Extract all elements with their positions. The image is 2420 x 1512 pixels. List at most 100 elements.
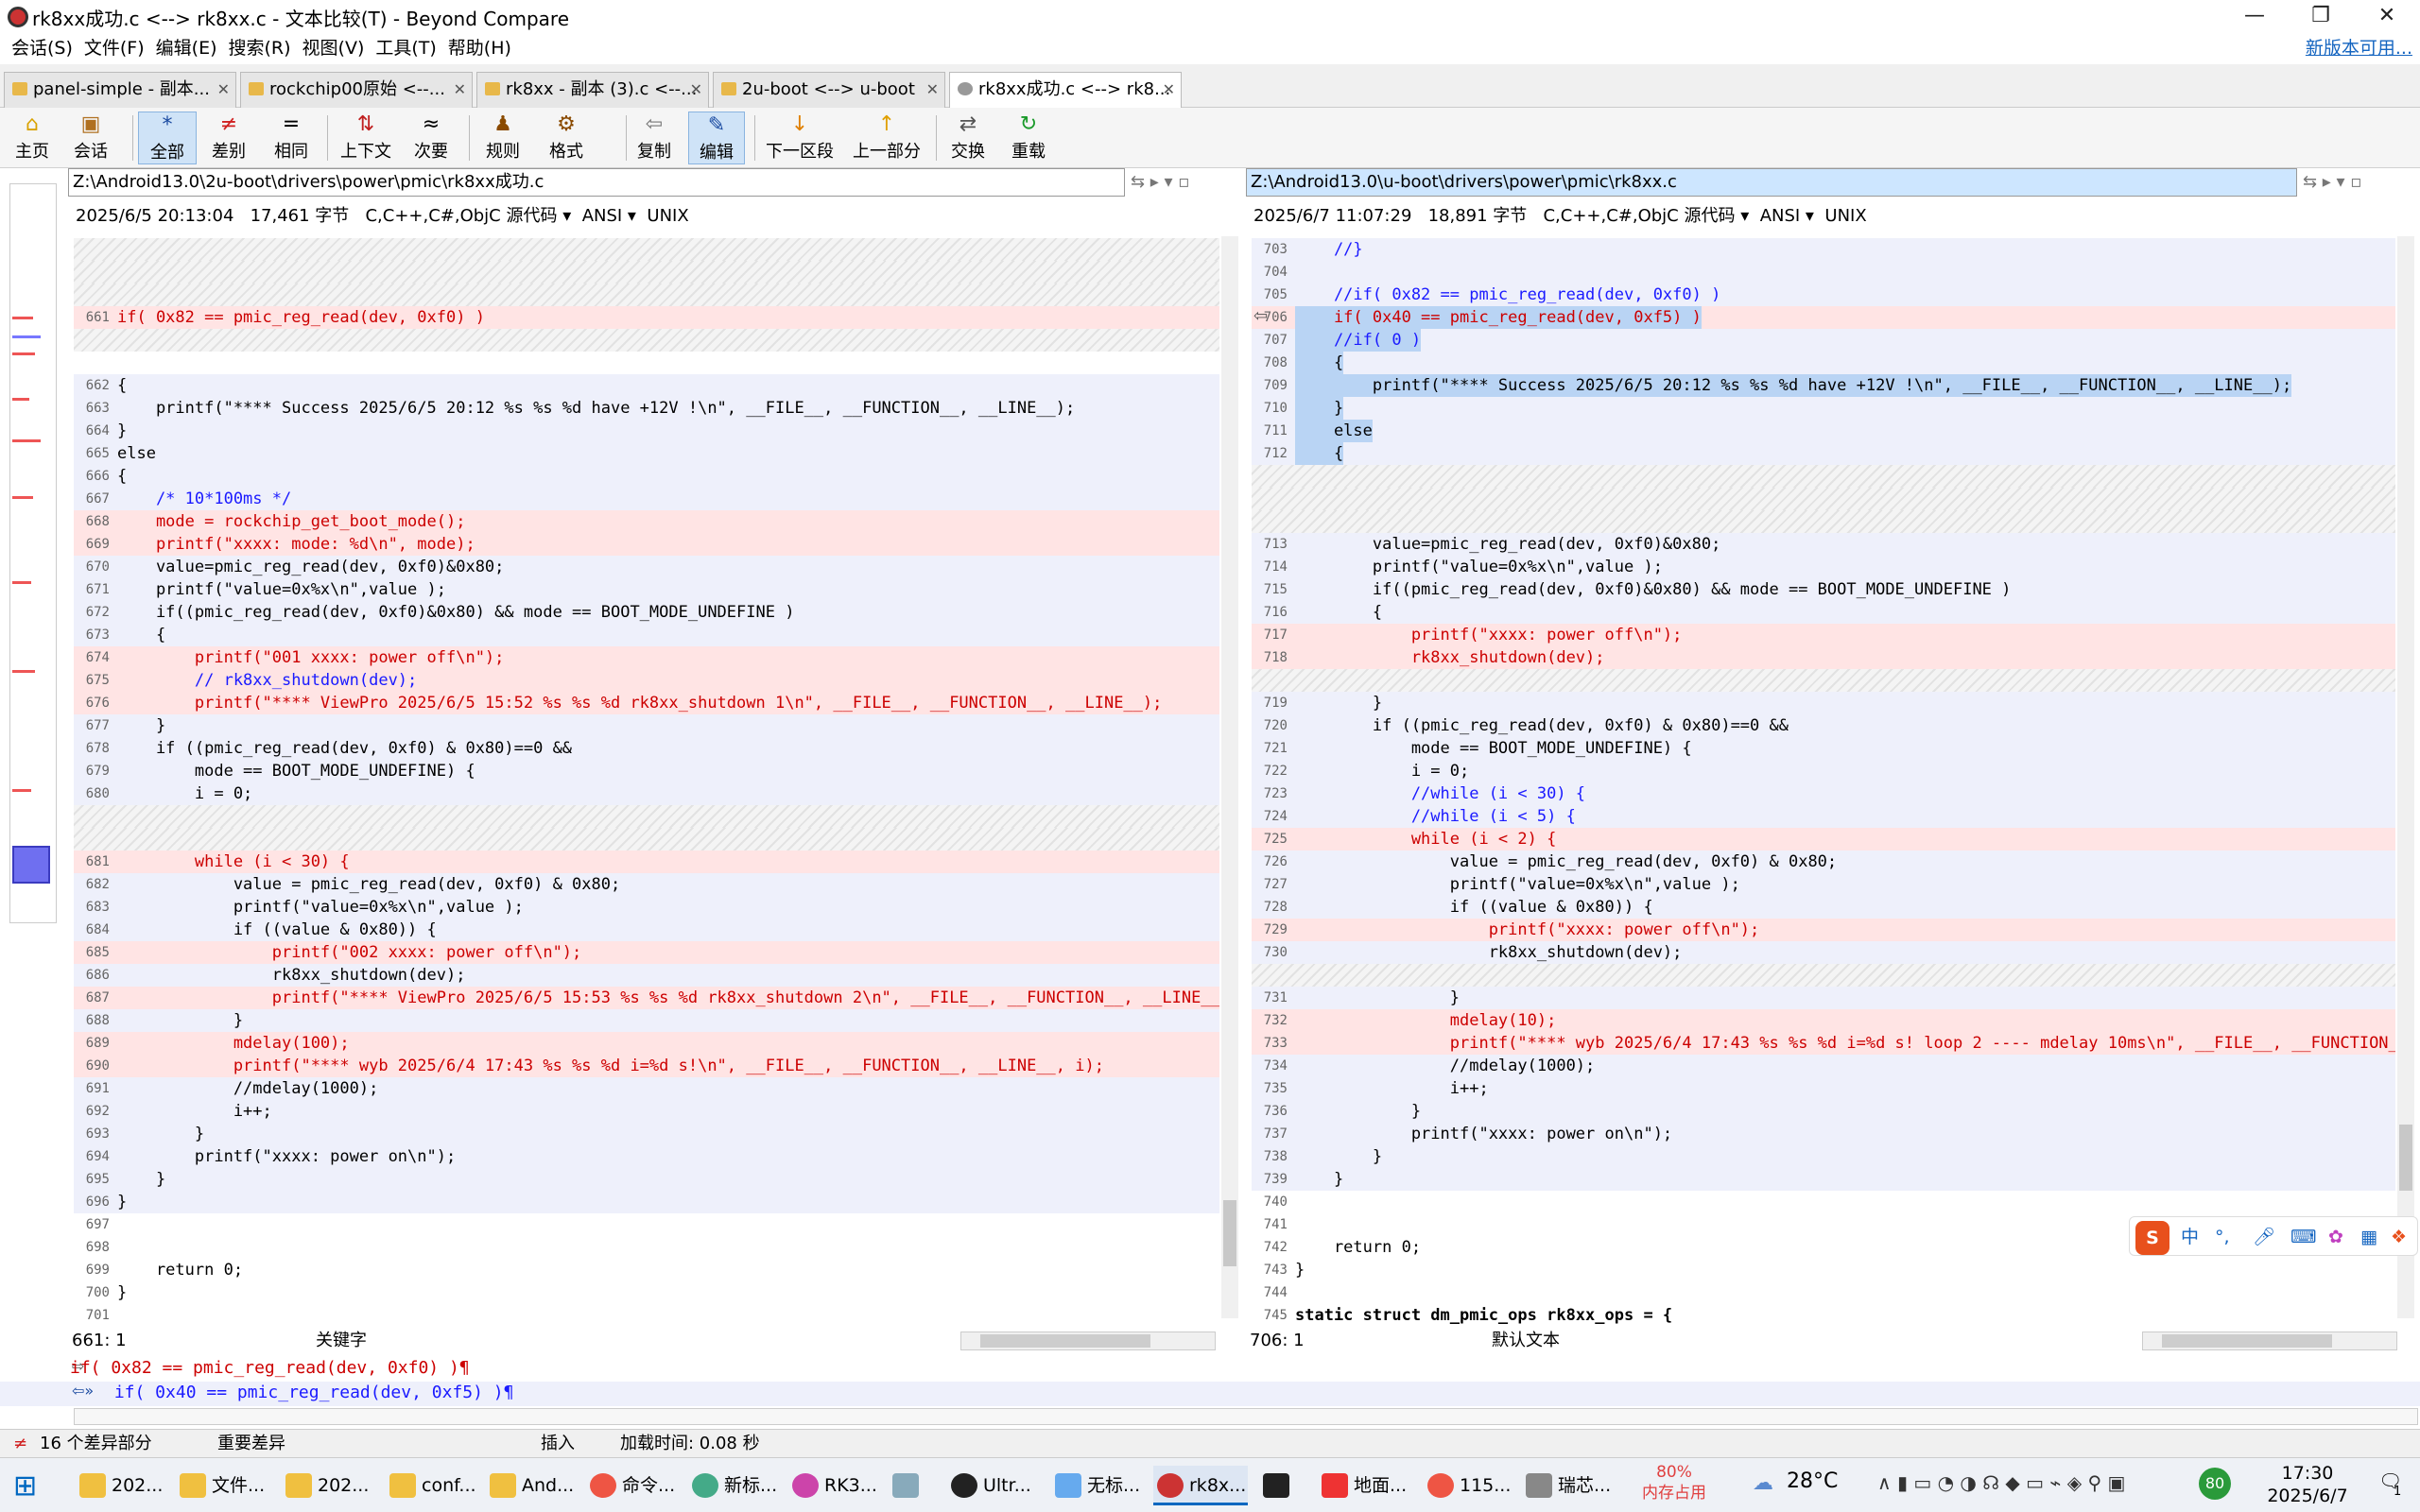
code-line[interactable]: 704	[1252, 261, 2395, 284]
code-line[interactable]: 716 {	[1252, 601, 2395, 624]
code-line[interactable]: 673 {	[74, 624, 1219, 646]
gap-row[interactable]	[74, 238, 1219, 261]
show-same-button[interactable]: = 相同	[265, 112, 318, 164]
code-line[interactable]: 722 i = 0;	[1252, 760, 2395, 782]
right-format-select[interactable]: C,C++,C#,ObjC 源代码	[1543, 206, 1735, 226]
skin-icon[interactable]: ✿	[2328, 1217, 2343, 1257]
apps-grid-icon[interactable]: ▦	[2360, 1217, 2377, 1257]
taskbar-item[interactable]: 202...	[282, 1466, 369, 1505]
code-line[interactable]: 663 printf("**** Success 2025/6/5 20:12 …	[74, 397, 1219, 420]
gap-row[interactable]	[1252, 964, 2395, 987]
code-line[interactable]: 726 value = pmic_reg_read(dev, 0xf0) & 0…	[1252, 850, 2395, 873]
menu-search[interactable]: 搜索(R)	[223, 32, 297, 64]
code-line[interactable]: 725 while (i < 2) {	[1252, 828, 2395, 850]
tab-session[interactable]: rockchip00原始 <--... ✕	[240, 72, 473, 108]
copy-button[interactable]: ⇦ 复制	[628, 112, 681, 164]
sogou-icon[interactable]: S	[2135, 1221, 2169, 1255]
code-line[interactable]: 670 value=pmic_reg_read(dev, 0xf0)&0x80;	[74, 556, 1219, 578]
gap-row[interactable]	[1252, 488, 2395, 510]
code-line[interactable]: 735 i++;	[1252, 1077, 2395, 1100]
code-line[interactable]: 675 // rk8xx_shutdown(dev);	[74, 669, 1219, 692]
code-line[interactable]: 729 printf("xxxx: power off\n");	[1252, 919, 2395, 941]
code-line[interactable]: 687 printf("**** ViewPro 2025/6/5 15:53 …	[74, 987, 1219, 1009]
ime-toolbar[interactable]: S 中 °, 🎤︎ ⌨ ✿ ▦ ❖	[2129, 1216, 2418, 1256]
keyboard-icon[interactable]: ⌨	[2290, 1217, 2316, 1257]
gap-row[interactable]	[1252, 465, 2395, 488]
code-line[interactable]: 669 printf("xxxx: mode: %d\n", mode);	[74, 533, 1219, 556]
code-line[interactable]: 739 }	[1252, 1168, 2395, 1191]
swap-button[interactable]: ⇄ 交换	[942, 112, 994, 164]
minimize-button[interactable]: —	[2221, 0, 2288, 32]
tray-badge[interactable]: 80	[2199, 1468, 2231, 1500]
gap-row[interactable]	[1252, 669, 2395, 692]
code-line[interactable]: 680 i = 0;	[74, 782, 1219, 805]
code-line[interactable]: 692 i++;	[74, 1100, 1219, 1123]
code-line[interactable]: 709 printf("**** Success 2025/6/5 20:12 …	[1252, 374, 2395, 397]
show-all-button[interactable]: * 全部	[138, 112, 197, 164]
code-line[interactable]: 697	[74, 1213, 1219, 1236]
show-diffs-button[interactable]: ≠ 差别	[202, 112, 255, 164]
left-code-pane[interactable]: 661 if( 0x82 == pmic_reg_read(dev, 0xf0) …	[74, 236, 1219, 1328]
code-line[interactable]: 665 else	[74, 442, 1219, 465]
gap-row[interactable]	[74, 284, 1219, 306]
close-tab-icon[interactable]: ✕	[217, 73, 230, 107]
left-format-select[interactable]: C,C++,C#,ObjC 源代码	[365, 206, 557, 226]
weather-temp[interactable]: 28°C	[1787, 1469, 1838, 1493]
code-line[interactable]: 677 }	[74, 714, 1219, 737]
left-horizontal-scrollbar[interactable]	[960, 1332, 1216, 1350]
diff-thumbnail-map[interactable]	[9, 183, 57, 923]
code-line[interactable]: 715 if((pmic_reg_read(dev, 0xf0)&0x80) &…	[1252, 578, 2395, 601]
code-line[interactable]: 740	[1252, 1191, 2395, 1213]
microphone-icon[interactable]: 🎤︎	[2253, 1217, 2275, 1257]
right-horizontal-scrollbar[interactable]	[2142, 1332, 2397, 1350]
ime-language[interactable]: 中	[2181, 1217, 2199, 1257]
taskbar-item[interactable]: Ultr...	[947, 1466, 1031, 1505]
tab-session[interactable]: rk8xx - 副本 (3).c <--... ✕	[476, 72, 709, 108]
code-line[interactable]: 734 //mdelay(1000);	[1252, 1055, 2395, 1077]
code-line[interactable]: 699 return 0;	[74, 1259, 1219, 1281]
code-line[interactable]: 745 static struct dm_pmic_ops rk8xx_ops =…	[1252, 1304, 2395, 1327]
code-line[interactable]: 676 printf("**** ViewPro 2025/6/5 15:52 …	[74, 692, 1219, 714]
code-line[interactable]: 733 printf("**** wyb 2025/6/4 17:43 %s %…	[1252, 1032, 2395, 1055]
taskbar-item[interactable]	[889, 1466, 930, 1505]
taskbar-item[interactable]: 新标...	[688, 1466, 777, 1505]
code-line[interactable]: 707 //if( 0 )	[1252, 329, 2395, 352]
context-button[interactable]: ⇅ 上下文	[335, 112, 397, 164]
ime-menu-icon[interactable]: ❖	[2391, 1217, 2407, 1257]
memory-usage[interactable]: 80% 内存占用	[1641, 1462, 1707, 1503]
tray-icons[interactable]: ∧ ▮ ▭ ◔ ◑ ☊ ◆ ▭ ⌁ ◈ ⚲ ▣	[1877, 1471, 2125, 1494]
thumbnail-viewport[interactable]	[12, 846, 50, 884]
code-line[interactable]: 728 if ((value & 0x80)) {	[1252, 896, 2395, 919]
left-encoding-select[interactable]: ANSI	[582, 206, 623, 226]
code-line[interactable]: 684 if ((value & 0x80)) {	[74, 919, 1219, 941]
tab-session-active[interactable]: rk8xx成功.c <--> rk8... ✕	[949, 72, 1182, 109]
taskbar-item[interactable]: RK3...	[788, 1466, 877, 1505]
code-line[interactable]: 719 }	[1252, 692, 2395, 714]
right-encoding-select[interactable]: ANSI	[1760, 206, 1801, 226]
code-line[interactable]: 679 mode == BOOT_MODE_UNDEFINE) {	[74, 760, 1219, 782]
code-line[interactable]: 667 /* 10*100ms */	[74, 488, 1219, 510]
code-line[interactable]: 681 while (i < 30) {	[74, 850, 1219, 873]
code-line[interactable]: 724 //while (i < 5) {	[1252, 805, 2395, 828]
reload-button[interactable]: ↻ 重载	[1002, 112, 1055, 164]
menu-view[interactable]: 视图(V)	[297, 32, 371, 64]
code-line[interactable]: 662 {	[74, 374, 1219, 397]
code-line[interactable]: 664}	[74, 420, 1219, 442]
code-line[interactable]: 689 mdelay(100);	[74, 1032, 1219, 1055]
menu-edit[interactable]: 编辑(E)	[150, 32, 223, 64]
code-line[interactable]: 666 {	[74, 465, 1219, 488]
code-line[interactable]: 727 printf("value=0x%x\n",value );	[1252, 873, 2395, 896]
code-line[interactable]: 718 rk8xx_shutdown(dev);	[1252, 646, 2395, 669]
code-line[interactable]: 731 }	[1252, 987, 2395, 1009]
code-line[interactable]: 691 //mdelay(1000);	[74, 1077, 1219, 1100]
taskbar-item[interactable]	[1259, 1466, 1301, 1505]
menu-file[interactable]: 文件(F)	[78, 32, 150, 64]
code-line[interactable]: 668 mode = rockchip_get_boot_mode();	[74, 510, 1219, 533]
taskbar-item[interactable]: 地面...	[1318, 1466, 1407, 1505]
code-line[interactable]: 686 rk8xx_shutdown(dev);	[74, 964, 1219, 987]
code-line[interactable]: 688 }	[74, 1009, 1219, 1032]
taskbar-item-active[interactable]: rk8x...	[1153, 1466, 1248, 1505]
close-tab-icon[interactable]: ✕	[690, 73, 702, 107]
code-line[interactable]: 738 }	[1252, 1145, 2395, 1168]
close-tab-icon[interactable]: ✕	[1163, 73, 1175, 107]
